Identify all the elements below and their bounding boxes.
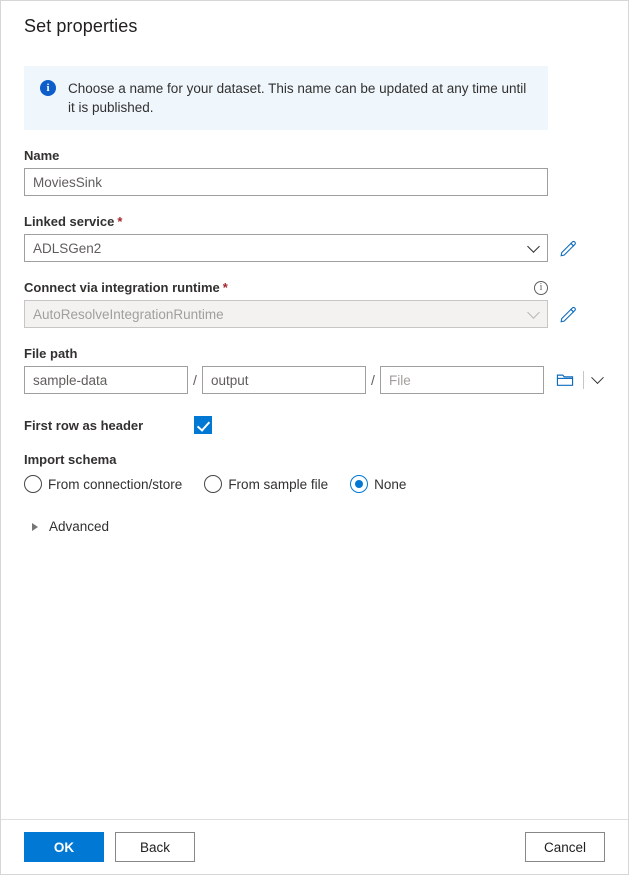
radio-none[interactable]: None [350,475,406,493]
field-name: Name [24,148,605,196]
integration-runtime-value: AutoResolveIntegrationRuntime [33,306,224,322]
ok-button[interactable]: OK [24,832,104,862]
linked-service-value: ADLSGen2 [33,240,102,256]
import-schema-label-text: Import schema [24,452,117,467]
required-marker: * [117,214,123,229]
path-separator: / [193,372,197,388]
radio-from-connection-store[interactable]: From connection/store [24,475,182,493]
divider [583,371,584,389]
first-row-as-header-label: First row as header [24,417,144,433]
pencil-icon[interactable] [559,239,577,257]
integration-runtime-dropdown: AutoResolveIntegrationRuntime [24,300,548,328]
linked-service-dropdown[interactable]: ADLSGen2 [24,234,548,262]
file-path-row: / / [24,366,605,394]
file-path-label: File path [24,346,605,361]
dialog-body: Set properties i Choose a name for your … [1,1,628,819]
field-file-path: File path / / [24,346,605,394]
import-schema-label: Import schema [24,452,605,467]
dialog-footer: OK Back Cancel [1,819,628,874]
path-separator: / [371,372,375,388]
name-input[interactable] [24,168,548,196]
name-label: Name [24,148,605,163]
radio-label: From connection/store [48,476,183,492]
info-banner-text: Choose a name for your dataset. This nam… [68,81,527,115]
file-path-label-text: File path [24,346,78,361]
radio-from-sample-file[interactable]: From sample file [204,475,328,493]
folder-icon[interactable] [556,372,574,388]
field-import-schema: Import schema From connection/store From… [24,452,605,493]
integration-runtime-label-row: Connect via integration runtime * i [24,280,548,295]
chevron-down-icon[interactable] [591,370,604,384]
info-circle-icon: i [40,80,56,96]
page-title: Set properties [24,16,138,36]
advanced-expander[interactable]: Advanced [24,519,605,534]
integration-runtime-label: Connect via integration runtime * [24,280,228,295]
chevron-down-icon [527,240,540,253]
radio-circle-selected-icon [350,475,369,493]
info-outline-icon[interactable]: i [534,280,548,295]
integration-runtime-label-text: Connect via integration runtime [24,280,220,295]
pencil-icon[interactable] [559,305,577,323]
field-integration-runtime: Connect via integration runtime * i Auto… [24,280,605,328]
file-path-file-input[interactable] [380,366,544,394]
file-path-directory-input[interactable] [202,366,366,394]
radio-label: From sample file [228,476,329,492]
linked-service-label: Linked service * [24,214,605,229]
chevron-down-icon [527,306,540,319]
radio-label: None [374,476,407,492]
linked-service-label-text: Linked service [24,214,115,229]
back-button[interactable]: Back [115,832,195,862]
radio-circle-icon [24,475,42,493]
cancel-button[interactable]: Cancel [525,832,605,862]
linked-service-row: ADLSGen2 [24,234,605,262]
integration-runtime-row: AutoResolveIntegrationRuntime [24,300,605,328]
set-properties-dialog: Set properties i Choose a name for your … [0,0,629,875]
field-linked-service: Linked service * ADLSGen2 [24,214,605,262]
required-marker: * [222,280,228,295]
file-path-container-input[interactable] [24,366,188,394]
first-row-as-header-checkbox[interactable] [194,416,212,434]
info-banner: i Choose a name for your dataset. This n… [24,66,548,130]
name-label-text: Name [24,148,60,163]
advanced-label: Advanced [49,519,110,534]
radio-circle-icon [204,475,223,493]
import-schema-radio-group: From connection/store From sample file N… [24,475,605,493]
triangle-right-icon [32,522,38,531]
first-row-as-header-row: First row as header [24,416,605,434]
